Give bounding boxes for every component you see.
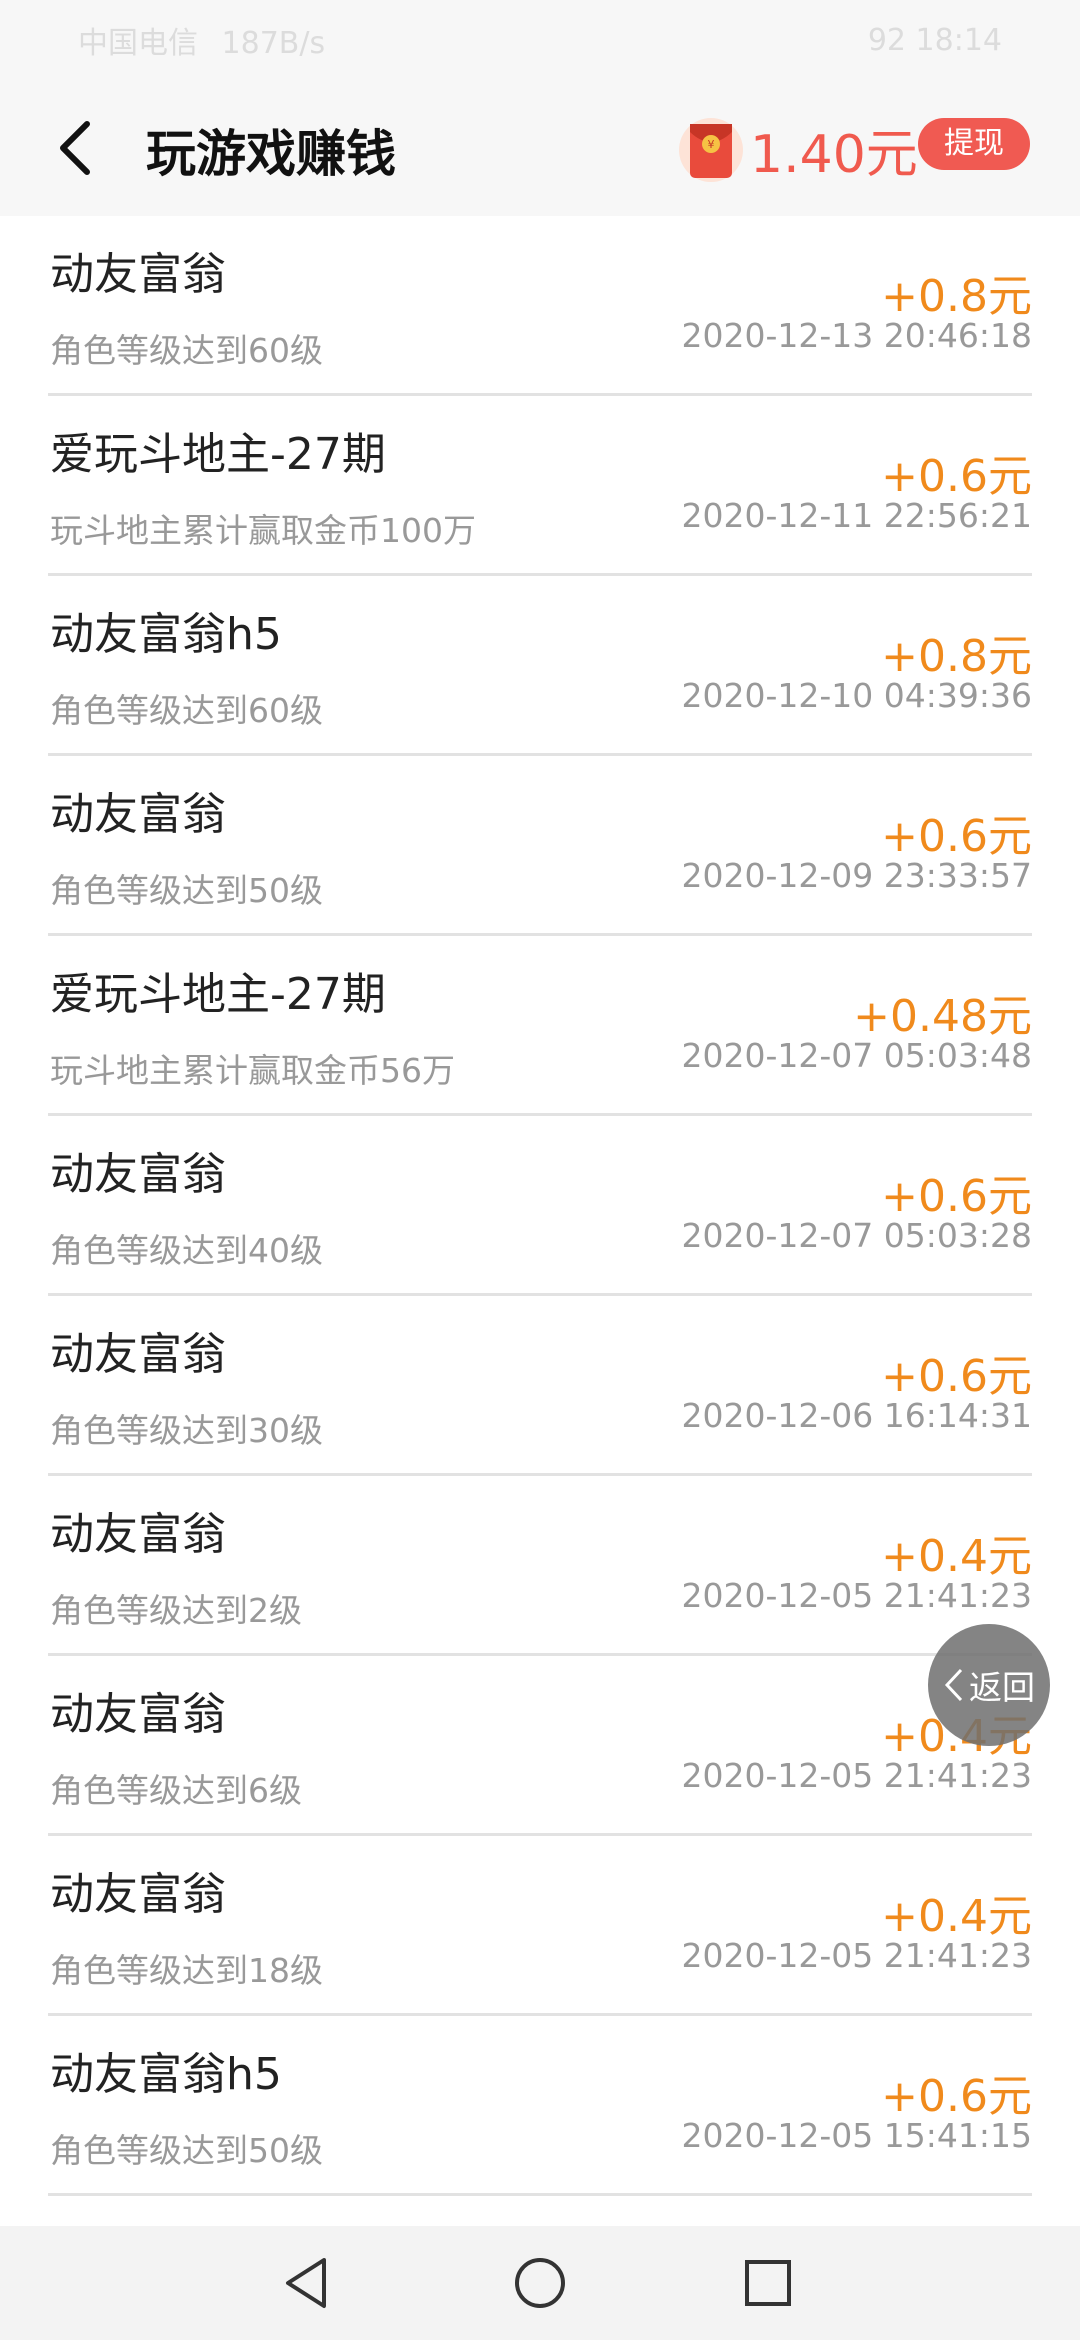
record-title: 动友富翁 <box>50 1329 226 1380</box>
list-item[interactable]: 动友富翁角色等级达到50级 +0.6元 2020-12-09 23:33:57 <box>48 756 1032 936</box>
record-time: 2020-12-05 21:41:23 <box>681 1756 1032 1795</box>
record-description: 角色等级达到50级 <box>50 871 323 910</box>
square-recents-icon <box>745 2260 791 2306</box>
record-description: 角色等级达到40级 <box>50 1231 323 1270</box>
withdraw-button[interactable]: 提现 <box>918 118 1030 170</box>
svg-text:¥: ¥ <box>708 138 715 151</box>
record-description: 角色等级达到30级 <box>50 1411 323 1450</box>
list-item[interactable]: 动友富翁角色等级达到18级 +0.4元 2020-12-05 21:41:23 <box>48 1836 1032 2016</box>
record-amount: +0.6元 <box>881 2071 1032 2122</box>
list-item[interactable]: 动友富翁h5 角色等级达到60级 +0.8元 2020-12-10 04:39:36 <box>48 576 1032 756</box>
record-time: 2020-12-05 21:41:23 <box>681 1936 1032 1975</box>
record-title: 动友富翁 <box>50 1689 226 1740</box>
record-title: 动友富翁h5 <box>50 609 282 660</box>
record-time: 2020-12-13 20:46:18 <box>681 316 1032 355</box>
earnings-list[interactable]: 动友富翁 角色等级达到60级 +0.8元 2020-12-13 20:46:18 爱玩斗… <box>0 216 1080 2226</box>
list-item[interactable]: 动友富翁角色等级达到6级+0.4元2020-12-05 21:41:23 <box>48 1656 1032 1836</box>
record-description: 玩斗地主累计赢取金币56万 <box>50 1051 455 1090</box>
float-back-button[interactable]: 返回 <box>928 1624 1050 1746</box>
record-title: 动友富翁h5 <box>50 2049 282 2100</box>
record-time: 2020-12-05 15:41:15 <box>681 2116 1032 2155</box>
record-description: 角色等级达到2级 <box>50 1591 302 1630</box>
record-time: 2020-12-10 04:39:36 <box>681 676 1032 715</box>
red-envelope-icon: ¥ <box>678 110 744 190</box>
record-title: 爱玩斗地主-27期 <box>50 969 386 1020</box>
list-item[interactable]: 动友富翁角色等级达到60级 +0.8元 2020-12-13 20:46:18 <box>48 216 1032 396</box>
chevron-left-icon <box>944 1668 963 1702</box>
record-amount: +0.8元 <box>881 271 1032 322</box>
record-title: 爱玩斗地主-27期 <box>50 429 386 480</box>
record-time: 2020-12-06 16:14:31 <box>681 1396 1032 1435</box>
record-title: 动友富翁 <box>50 1149 226 1200</box>
status-right: 92 18:14 <box>867 22 1002 58</box>
record-amount: +0.4元 <box>881 1891 1032 1942</box>
list-item[interactable]: 动友富翁 <box>48 2196 1032 2226</box>
list-item[interactable]: 动友富翁角色等级达到30级 +0.6元 2020-12-06 16:14:31 <box>48 1296 1032 1476</box>
carrier-text: 中国电信 <box>78 26 198 61</box>
record-title: 动友富翁 <box>50 2218 226 2226</box>
back-button[interactable] <box>40 108 110 188</box>
record-time: 2020-12-05 21:41:23 <box>681 1576 1032 1615</box>
balance-amount: 1.40元 <box>750 125 918 185</box>
record-description: 玩斗地主累计赢取金币100万 <box>50 511 476 550</box>
record-amount: +0.4元 <box>881 1531 1032 1582</box>
nav-back-button[interactable] <box>272 2248 342 2318</box>
float-back-label: 返回 <box>969 1668 1035 1707</box>
record-title: 动友富翁 <box>50 1509 226 1560</box>
record-description: 角色等级达到18级 <box>50 1951 323 1990</box>
system-nav-bar <box>0 2226 1080 2340</box>
record-amount: +0.6元 <box>881 811 1032 862</box>
record-time: 2020-12-07 05:03:48 <box>681 1036 1032 1075</box>
status-carrier: 中国电信 187B/s <box>78 18 325 62</box>
record-amount: +0.48元 <box>853 991 1032 1042</box>
circle-home-icon <box>515 2258 565 2308</box>
triangle-back-icon <box>286 2258 326 2308</box>
page-title: 玩游戏赚钱 <box>146 125 396 183</box>
record-amount: +0.6元 <box>881 1351 1032 1402</box>
network-speed: 187B/s <box>221 26 326 61</box>
record-time: 2020-12-09 23:33:57 <box>681 856 1032 895</box>
record-title: 动友富翁 <box>50 1869 226 1920</box>
list-item[interactable]: 动友富翁h5 角色等级达到50级 +0.6元 2020-12-05 15:41:15 <box>48 2016 1032 2196</box>
record-description: 角色等级达到6级 <box>50 1771 302 1810</box>
chevron-left-icon <box>60 121 90 175</box>
record-time: 2020-12-11 22:56:21 <box>681 496 1032 535</box>
record-time: 2020-12-07 05:03:28 <box>681 1216 1032 1255</box>
title-bar: 玩游戏赚钱 ¥ 1.40元 提现 <box>0 80 1080 216</box>
record-amount: +0.6元 <box>881 1171 1032 1222</box>
record-title: 动友富翁 <box>50 249 226 300</box>
record-description: 角色等级达到60级 <box>50 691 323 730</box>
list-item[interactable]: 爱玩斗地主-27期玩斗地主累计赢取金币100万 +0.6元 2020-12-11 2… <box>48 396 1032 576</box>
list-item[interactable]: 爱玩斗地主-27期玩斗地主累计赢取金币56万 +0.48元 2020-12-07 0… <box>48 936 1032 1116</box>
record-title: 动友富翁 <box>50 789 226 840</box>
list-item[interactable]: 动友富翁角色等级达到2级 +0.4元 2020-12-05 21:41:23 <box>48 1476 1032 1656</box>
nav-home-button[interactable] <box>505 2248 575 2318</box>
nav-recents-button[interactable] <box>733 2248 803 2318</box>
record-description: 角色等级达到50级 <box>50 2131 323 2170</box>
record-amount: +0.6元 <box>881 451 1032 502</box>
status-bar: 中国电信 187B/s 92 18:14 <box>0 0 1080 80</box>
record-description: 角色等级达到60级 <box>50 331 323 370</box>
record-amount: +0.8元 <box>881 631 1032 682</box>
list-item[interactable]: 动友富翁角色等级达到40级 +0.6元 2020-12-07 05:03:28 <box>48 1116 1032 1296</box>
